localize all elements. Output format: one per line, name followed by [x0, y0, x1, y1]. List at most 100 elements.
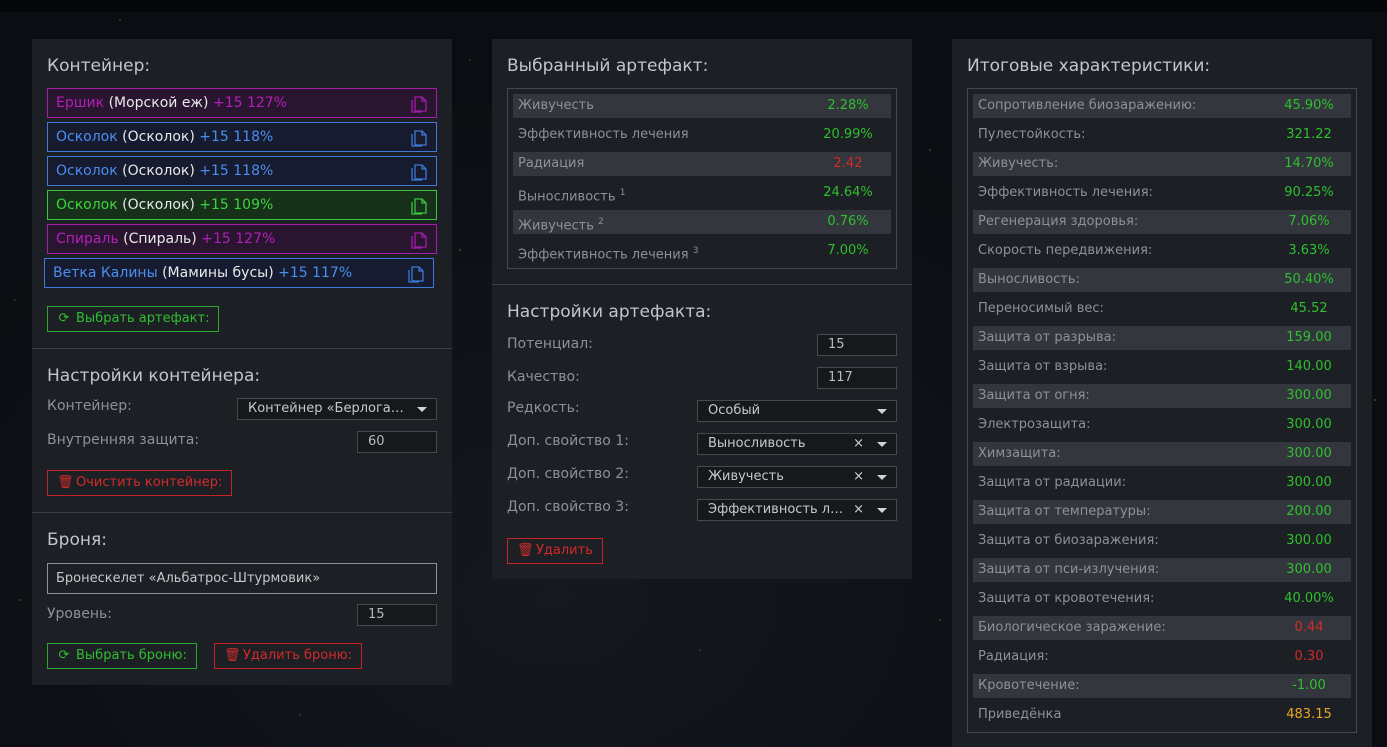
slot-artifact-name: Ершик [56, 95, 105, 111]
stat-name: Регенерация здоровья: [978, 214, 1139, 229]
container-slot[interactable]: Осколок (Осколок) +15 118% [47, 122, 437, 152]
slot-artifact-name: Спираль [56, 231, 119, 247]
stat-row: Эффективность лечения 3 7.00% [513, 239, 891, 263]
clear-container-button[interactable]: 🗑 Очистить контейнер: [47, 470, 233, 496]
armor-name-field[interactable]: Бронескелет «Альбатрос-Штурмовик» [47, 563, 437, 594]
copy-icon[interactable] [410, 162, 428, 182]
stat-value: 2.42 [833, 156, 863, 171]
stat-name: Защита от радиации: [978, 475, 1127, 490]
stat-value: 7.00% [827, 243, 869, 258]
select-armor-button[interactable]: ⟳ Выбрать броню: [47, 643, 197, 669]
stat-name: Живучесть [518, 98, 594, 113]
container-slot[interactable]: Осколок (Осколок) +15 118% [47, 156, 437, 186]
delete-artifact-button[interactable]: 🗑 Удалить [507, 538, 603, 564]
stat-superscript: 1 [619, 188, 626, 198]
container-slot[interactable]: Ветка Калины (Мамины бусы) +15 117% [44, 258, 434, 288]
rarity-label: Редкость: [507, 400, 580, 416]
slot-artifact-type: (Мамины бусы) [162, 265, 274, 281]
refresh-icon: ⟳ [58, 311, 70, 326]
stat-name: Эффективность лечения [518, 247, 689, 263]
stat-name: Радиация: [978, 649, 1049, 664]
stat-row: Биологическое заражение: 0.44 [973, 616, 1351, 640]
prop1-select[interactable]: Выносливость × [697, 433, 897, 455]
stat-name: Защита от биозаражения: [978, 533, 1159, 548]
top-bar [0, 0, 1387, 12]
totals-stats: Сопротивление биозаражению: 45.90% Пулесто… [967, 88, 1357, 733]
divider [32, 512, 452, 513]
stat-name: Защита от огня: [978, 388, 1090, 403]
quality-input[interactable]: 117 [817, 367, 897, 389]
divider [492, 284, 912, 285]
delete-armor-button[interactable]: 🗑 Удалить броню: [214, 643, 363, 669]
stat-value: 0.30 [1294, 649, 1324, 664]
copy-icon[interactable] [410, 230, 428, 250]
stat-name: Сопротивление биозаражению: [978, 98, 1197, 113]
left-panel: Контейнер: Ершик (Морской еж) +15 127% Ос… [32, 39, 452, 685]
container-slot[interactable]: Ершик (Морской еж) +15 127% [47, 88, 437, 118]
container-slot[interactable]: Спираль (Спираль) +15 127% [47, 224, 437, 254]
stat-row: Живучесть: 14.70% [973, 152, 1351, 176]
copy-icon[interactable] [410, 94, 428, 114]
copy-icon[interactable] [407, 264, 425, 284]
stat-row: Кровотечение: -1.00 [973, 674, 1351, 698]
stat-name: Биологическое заражение: [978, 620, 1166, 635]
stat-value: -1.00 [1292, 678, 1326, 693]
stat-name: Защита от температуры: [978, 504, 1151, 519]
slot-artifact-stats: +15 118% [199, 163, 274, 179]
stat-value: 3.63% [1288, 243, 1330, 258]
stat-value: 0.76% [827, 214, 869, 229]
stat-value: 300.00 [1286, 446, 1332, 461]
inner-protection-input[interactable]: 60 [357, 431, 437, 453]
stat-value: 300.00 [1286, 475, 1332, 490]
stat-row: Защита от разрыва: 159.00 [973, 326, 1351, 350]
stat-value: 483.15 [1286, 707, 1332, 722]
stat-value: 321.22 [1286, 127, 1332, 142]
stat-row: Эффективность лечения 20.99% [513, 123, 891, 147]
stat-name: Живучесть: [978, 156, 1059, 171]
slot-artifact-name: Ветка Калины [53, 265, 158, 281]
stat-value: 200.00 [1286, 504, 1332, 519]
clear-icon[interactable]: × [853, 500, 864, 520]
copy-icon[interactable] [410, 196, 428, 216]
rarity-select[interactable]: Особый [697, 400, 897, 422]
stat-value: 140.00 [1286, 359, 1332, 374]
stat-name: Эффективность лечения [518, 127, 689, 142]
stat-row: Регенерация здоровья: 7.06% [973, 210, 1351, 234]
prop3-select[interactable]: Эффективность лечения × [697, 499, 897, 521]
stat-superscript: 2 [598, 217, 604, 227]
stat-name: Кровотечение: [978, 678, 1080, 693]
stat-name: Электрозащита: [978, 417, 1091, 432]
totals-title: Итоговые характеристики: [967, 56, 1211, 76]
selected-artifact-stats: Живучесть 2.28% Эффективность лечения 20.99… [507, 88, 897, 269]
clear-icon[interactable]: × [853, 434, 864, 454]
stat-row: Живучесть 2 0.76% [513, 210, 891, 234]
stat-value: 45.52 [1290, 301, 1328, 316]
stat-name: Защита от кровотечения: [978, 591, 1155, 606]
stat-value: 7.06% [1288, 214, 1330, 229]
armor-level-input[interactable]: 15 [357, 604, 437, 626]
slot-artifact-stats: +15 118% [199, 129, 274, 145]
container-title: Контейнер: [47, 56, 151, 76]
slot-artifact-type: (Осколок) [122, 129, 195, 145]
stat-row: Защита от биозаражения: 300.00 [973, 529, 1351, 553]
container-slot[interactable]: Осколок (Осколок) +15 109% [47, 190, 437, 220]
stat-name: Скорость передвижения: [978, 243, 1153, 258]
stat-row: Сопротивление биозаражению: 45.90% [973, 94, 1351, 118]
copy-icon[interactable] [410, 128, 428, 148]
selected-artifact-title: Выбранный артефакт: [507, 56, 709, 76]
clear-icon[interactable]: × [853, 467, 864, 487]
select-artifact-button[interactable]: ⟳ Выбрать артефакт: [47, 306, 220, 332]
potential-input[interactable]: 15 [817, 334, 897, 356]
stat-name: Защита от пси-излучения: [978, 562, 1160, 577]
prop2-label: Доп. свойство 2: [507, 466, 629, 482]
slot-artifact-stats: +15 109% [199, 197, 274, 213]
slot-artifact-type: (Морской еж) [108, 95, 209, 111]
chevron-down-icon [877, 409, 887, 414]
stat-name: Приведёнка [978, 707, 1062, 722]
stat-name: Радиация [518, 156, 585, 171]
chevron-down-icon [877, 475, 887, 480]
prop2-select[interactable]: Живучесть × [697, 466, 897, 488]
stat-superscript: 3 [692, 246, 699, 256]
container-select[interactable]: Контейнер «Берлога-6у» [237, 398, 437, 420]
container-label: Контейнер: [47, 398, 132, 414]
